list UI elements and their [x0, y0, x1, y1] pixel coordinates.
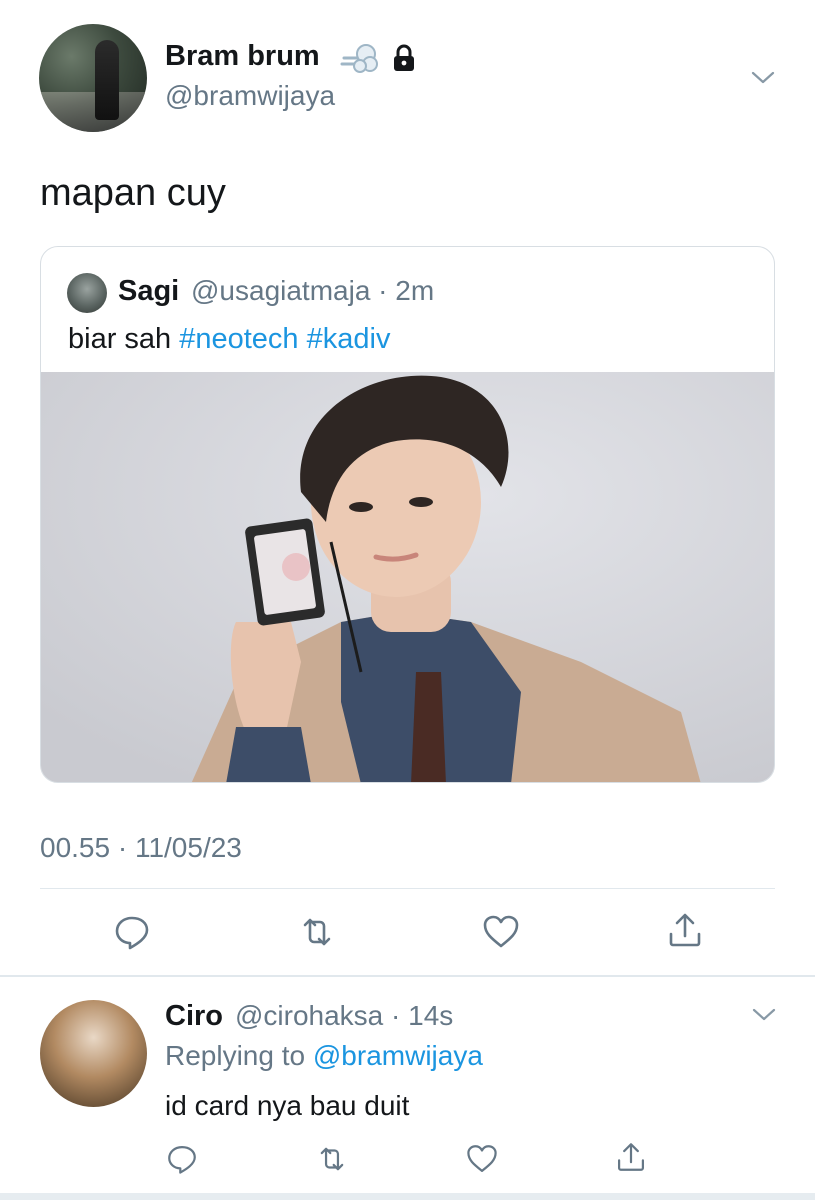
share-icon[interactable] — [614, 1140, 648, 1174]
quoted-tweet-text: biar sah #neotech #kadiv — [68, 323, 390, 356]
replying-to-line: Replying to @bramwijaya — [165, 1040, 483, 1072]
tweet-timestamp[interactable]: 00.55 · 11/05/23 — [40, 832, 242, 864]
photo-illustration — [41, 372, 774, 782]
quoted-time-ago: 2m — [395, 275, 435, 306]
retweet-icon[interactable] — [297, 912, 337, 952]
like-icon[interactable] — [481, 912, 521, 952]
like-icon[interactable] — [465, 1142, 499, 1176]
reply-author-meta: @cirohaksa · 14s — [235, 1000, 454, 1031]
quoted-tweet-card[interactable]: Sagi @usagiatmaja · 2m biar sah #neotech… — [40, 246, 775, 783]
hashtag-link[interactable]: #kadiv — [307, 323, 391, 355]
reply-author-avatar[interactable] — [40, 1000, 147, 1107]
hashtag-link[interactable]: #neotech — [179, 323, 298, 355]
lock-icon — [394, 44, 414, 71]
chevron-down-icon[interactable] — [750, 1000, 778, 1028]
reply-icon[interactable] — [165, 1142, 199, 1176]
quoted-tweet-photo[interactable] — [41, 372, 774, 782]
retweet-icon[interactable] — [315, 1142, 349, 1176]
chevron-down-icon[interactable] — [748, 62, 778, 92]
author-name[interactable]: Bram brum — [165, 40, 320, 73]
tweet-text: mapan cuy — [40, 172, 226, 214]
quoted-author-meta: @usagiatmaja · 2m — [191, 275, 435, 306]
dash-emoji-icon — [340, 44, 378, 73]
reply-author-name[interactable]: Ciro — [165, 1000, 223, 1033]
replying-to-label: Replying to — [165, 1040, 306, 1071]
share-icon[interactable] — [665, 910, 705, 950]
divider — [40, 888, 775, 889]
avatar-figure — [95, 40, 119, 120]
reply-text: id card nya bau duit — [165, 1090, 410, 1121]
reply-time-ago: 14s — [408, 1000, 454, 1031]
quoted-text-prefix: biar sah — [68, 323, 172, 355]
author-avatar[interactable] — [39, 24, 147, 132]
author-handle[interactable]: @bramwijaya — [165, 80, 335, 112]
quoted-author-name: Sagi — [118, 275, 180, 307]
quoted-author-avatar — [67, 273, 107, 313]
quoted-author-handle: @usagiatmaja — [191, 275, 371, 306]
reply-icon[interactable] — [112, 912, 152, 952]
avatar-background — [39, 92, 147, 132]
replying-to-mention[interactable]: @bramwijaya — [313, 1040, 483, 1071]
reply-author-handle[interactable]: @cirohaksa — [235, 1000, 383, 1031]
bottom-divider — [0, 1193, 815, 1200]
section-divider — [0, 975, 815, 977]
